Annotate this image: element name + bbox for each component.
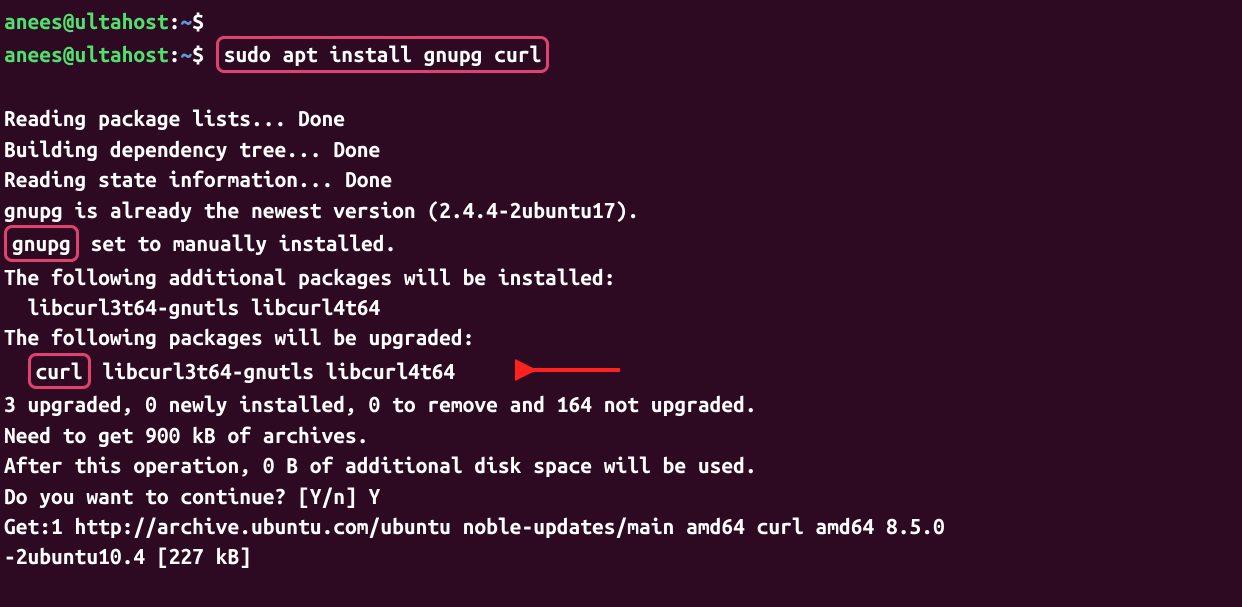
output-line: curl libcurl3t64-gnutls libcurl4t64 xyxy=(4,353,1238,389)
blank-line xyxy=(4,73,1238,103)
output-line: libcurl3t64-gnutls libcurl4t64 xyxy=(4,292,1238,322)
prompt-line-command[interactable]: anees@ultahost:~$ sudo apt install gnupg… xyxy=(4,36,1238,72)
prompt-path: ~ xyxy=(180,42,192,66)
output-line: Need to get 900 kB of archives. xyxy=(4,420,1238,450)
output-line: Do you want to continue? [Y/n] Y xyxy=(4,481,1238,511)
annotation-arrow xyxy=(515,358,625,389)
output-line: gnupg is already the newest version (2.4… xyxy=(4,195,1238,225)
output-line: 3 upgraded, 0 newly installed, 0 to remo… xyxy=(4,389,1238,419)
output-line: gnupg set to manually installed. xyxy=(4,225,1238,261)
output-line: The following packages will be upgraded: xyxy=(4,322,1238,352)
highlighted-package-curl: curl xyxy=(28,353,91,389)
highlighted-command: sudo apt install gnupg curl xyxy=(216,36,550,72)
output-line: After this operation, 0 B of additional … xyxy=(4,450,1238,480)
output-line: Reading state information... Done xyxy=(4,164,1238,194)
output-text: set to manually installed. xyxy=(79,231,397,255)
terminal-output: anees@ultahost:~$ anees@ultahost:~$ sudo… xyxy=(4,6,1238,572)
prompt-path: ~ xyxy=(180,9,192,33)
output-line: The following additional packages will b… xyxy=(4,262,1238,292)
prompt-dollar: $ xyxy=(192,42,204,66)
prompt-dollar: $ xyxy=(192,9,204,33)
output-line: Reading package lists... Done xyxy=(4,103,1238,133)
highlighted-package-gnupg: gnupg xyxy=(4,225,79,261)
prompt-sep: : xyxy=(169,42,181,66)
output-line: Get:1 http://archive.ubuntu.com/ubuntu n… xyxy=(4,511,1238,541)
prompt-user: anees@ultahost xyxy=(4,42,169,66)
prompt-user: anees@ultahost xyxy=(4,9,169,33)
prompt-sep: : xyxy=(169,9,181,33)
prompt-line-empty[interactable]: anees@ultahost:~$ xyxy=(4,6,1238,36)
output-line: -2ubuntu10.4 [227 kB] xyxy=(4,541,1238,571)
output-line: Building dependency tree... Done xyxy=(4,134,1238,164)
output-text: libcurl3t64-gnutls libcurl4t64 xyxy=(91,359,456,383)
